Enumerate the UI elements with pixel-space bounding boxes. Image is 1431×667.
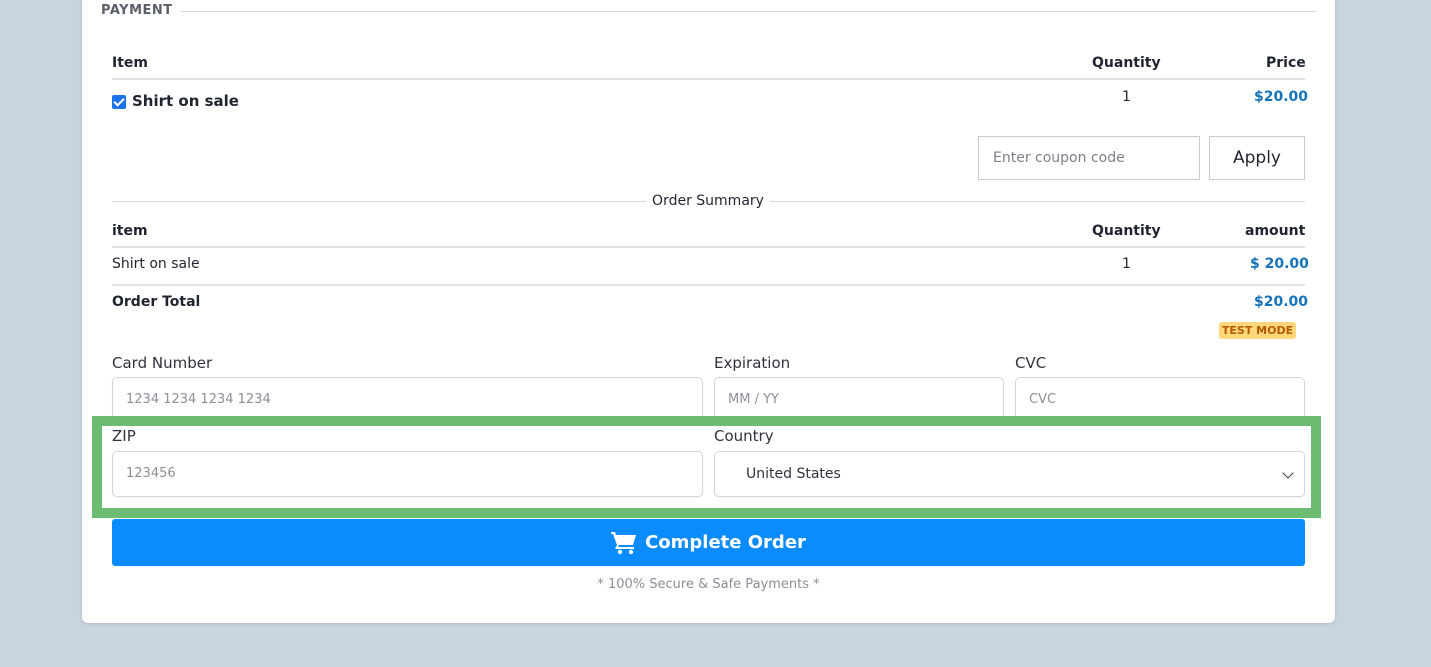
header-item: Item — [112, 55, 148, 71]
zip-country-highlight — [92, 416, 1321, 518]
item-quantity: 1 — [1122, 89, 1131, 105]
complete-order-label: Complete Order — [645, 532, 806, 553]
cart-icon — [611, 531, 637, 554]
order-summary-title: Order Summary — [646, 193, 770, 209]
test-mode-badge: TEST MODE — [1219, 322, 1296, 339]
secure-payments-note: * 100% Secure & Safe Payments * — [597, 577, 820, 592]
card-number-label: Card Number — [112, 354, 213, 372]
item-checkbox[interactable] — [112, 95, 126, 109]
expiration-label: Expiration — [714, 354, 791, 372]
legend-divider — [181, 11, 1316, 12]
summary-item-name: Shirt on sale — [112, 256, 200, 272]
header-price: Price — [1266, 55, 1306, 71]
order-total-label: Order Total — [112, 294, 201, 310]
table-header-rule — [112, 78, 1305, 80]
summary-item-amount: $ 20.00 — [1250, 256, 1309, 272]
summary-divider-right — [770, 201, 1305, 202]
summary-header-quantity: Quantity — [1092, 223, 1161, 239]
summary-row-rule — [112, 284, 1305, 286]
summary-item-quantity: 1 — [1122, 256, 1131, 272]
payment-legend: PAYMENT — [101, 3, 173, 18]
item-name: Shirt on sale — [132, 92, 239, 110]
summary-header-rule — [112, 246, 1305, 248]
item-price: $20.00 — [1254, 89, 1309, 105]
order-total-value: $20.00 — [1254, 294, 1309, 310]
coupon-input[interactable]: Enter coupon code — [978, 136, 1200, 180]
apply-coupon-button[interactable]: Apply — [1209, 136, 1305, 180]
header-quantity: Quantity — [1092, 55, 1161, 71]
summary-divider-left — [112, 201, 646, 202]
summary-header-item: item — [112, 223, 148, 239]
summary-header-amount: amount — [1245, 223, 1306, 239]
complete-order-button[interactable]: Complete Order — [112, 519, 1305, 566]
cvc-label: CVC — [1015, 354, 1047, 372]
